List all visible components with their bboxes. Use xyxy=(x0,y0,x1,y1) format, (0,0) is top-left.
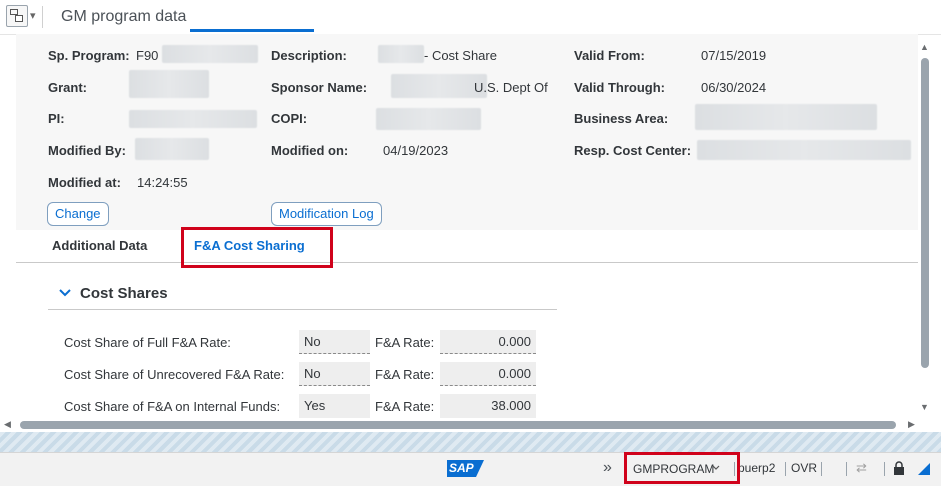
fa-rate-field-full[interactable]: 0.000 xyxy=(440,330,536,354)
sap-logo: SAP xyxy=(447,460,484,477)
resize-corner-icon[interactable] xyxy=(918,463,930,475)
fa-rate-label: F&A Rate: xyxy=(375,335,435,350)
valid-from-label: Valid From: xyxy=(574,48,645,63)
section-divider xyxy=(48,309,557,310)
scroll-down-icon[interactable]: ▼ xyxy=(920,402,929,412)
lock-icon[interactable] xyxy=(893,461,905,475)
redacted-field xyxy=(162,45,258,63)
business-area-label: Business Area: xyxy=(574,111,669,126)
fa-rate-field-internal[interactable]: 38.000 xyxy=(440,394,536,418)
redacted-field xyxy=(697,140,911,160)
menu-icon xyxy=(10,9,24,23)
scroll-up-icon[interactable]: ▲ xyxy=(920,42,929,52)
redacted-field xyxy=(378,45,424,63)
grant-label: Grant: xyxy=(48,80,87,95)
status-separator xyxy=(821,462,822,476)
menu-button[interactable] xyxy=(6,5,28,27)
modified-at-value: 14:24:55 xyxy=(137,175,188,190)
window-title: GM program data xyxy=(61,8,187,25)
tab-highlight-annotation xyxy=(181,227,333,268)
program-header: Sp. Program: F90 Description: - Cost Sha… xyxy=(16,34,918,230)
cost-share-internal-funds-label: Cost Share of F&A on Internal Funds: xyxy=(64,399,281,414)
sp-program-value: F90 xyxy=(136,48,159,63)
valid-through-label: Valid Through: xyxy=(574,80,665,95)
modified-by-label: Modified By: xyxy=(48,143,126,158)
connection-icon: ⇄ xyxy=(856,460,867,475)
redacted-field xyxy=(376,108,481,130)
decorative-stripe xyxy=(0,432,941,452)
redacted-field xyxy=(129,70,209,98)
copi-label: COPI: xyxy=(271,111,308,126)
sap-logo-text: SAP xyxy=(449,461,474,475)
title-divider xyxy=(42,6,43,28)
valid-through-value: 06/30/2024 xyxy=(701,80,767,95)
modified-on-label: Modified on: xyxy=(271,143,349,158)
change-button[interactable]: Change xyxy=(47,202,109,226)
valid-from-value: 07/15/2019 xyxy=(701,48,767,63)
chevron-down-icon[interactable] xyxy=(58,286,72,300)
description-value: - Cost Share xyxy=(424,48,497,63)
active-tab-indicator xyxy=(190,29,314,32)
pi-label: PI: xyxy=(48,111,65,126)
status-bar: SAP » GMPROGRAM puerp2 OVR ⇄ xyxy=(0,452,941,486)
section-title-cost-shares: Cost Shares xyxy=(80,285,168,302)
scroll-left-icon[interactable]: ◀ xyxy=(4,419,11,430)
modified-at-label: Modified at: xyxy=(48,175,121,190)
horizontal-scrollbar-thumb[interactable] xyxy=(20,421,896,429)
user-id: puerp2 xyxy=(738,461,776,475)
status-separator xyxy=(884,462,885,476)
scroll-right-icon[interactable]: ▶ xyxy=(908,419,915,430)
title-bar: ▾ GM program data xyxy=(0,0,941,35)
redacted-field xyxy=(135,138,209,160)
sp-program-label: Sp. Program: xyxy=(48,48,130,63)
cost-share-unrecovered-fa-label: Cost Share of Unrecovered F&A Rate: xyxy=(64,367,285,382)
expand-status-icon[interactable]: » xyxy=(603,459,612,477)
cost-share-internal-funds-field[interactable]: Yes xyxy=(299,394,370,418)
fa-rate-field-unrecovered[interactable]: 0.000 xyxy=(440,362,536,386)
cost-share-full-fa-label: Cost Share of Full F&A Rate: xyxy=(64,335,231,350)
status-separator xyxy=(785,462,786,476)
fa-rate-label: F&A Rate: xyxy=(375,399,435,414)
status-separator xyxy=(846,462,847,476)
redacted-field xyxy=(129,110,257,128)
cost-share-full-fa-field[interactable]: No xyxy=(299,330,370,354)
fa-rate-label: F&A Rate: xyxy=(375,367,435,382)
sponsor-name-value: U.S. Dept Of xyxy=(474,80,548,95)
tab-additional-data[interactable]: Additional Data xyxy=(52,238,147,253)
tab-strip: Additional Data F&A Cost Sharing xyxy=(16,230,918,263)
modified-on-value: 04/19/2023 xyxy=(383,143,449,158)
resp-cost-center-label: Resp. Cost Center: xyxy=(574,143,692,158)
modification-log-button[interactable]: Modification Log xyxy=(271,202,382,226)
vertical-scrollbar-thumb[interactable] xyxy=(921,58,929,368)
menu-chevron-down-icon[interactable]: ▾ xyxy=(30,9,36,22)
transaction-highlight-annotation xyxy=(624,452,740,484)
redacted-field xyxy=(695,104,877,130)
redacted-field xyxy=(391,74,487,98)
insert-mode: OVR xyxy=(791,461,818,475)
cost-share-unrecovered-fa-field[interactable]: No xyxy=(299,362,370,386)
sponsor-name-label: Sponsor Name: xyxy=(271,80,368,95)
description-label: Description: xyxy=(271,48,347,63)
